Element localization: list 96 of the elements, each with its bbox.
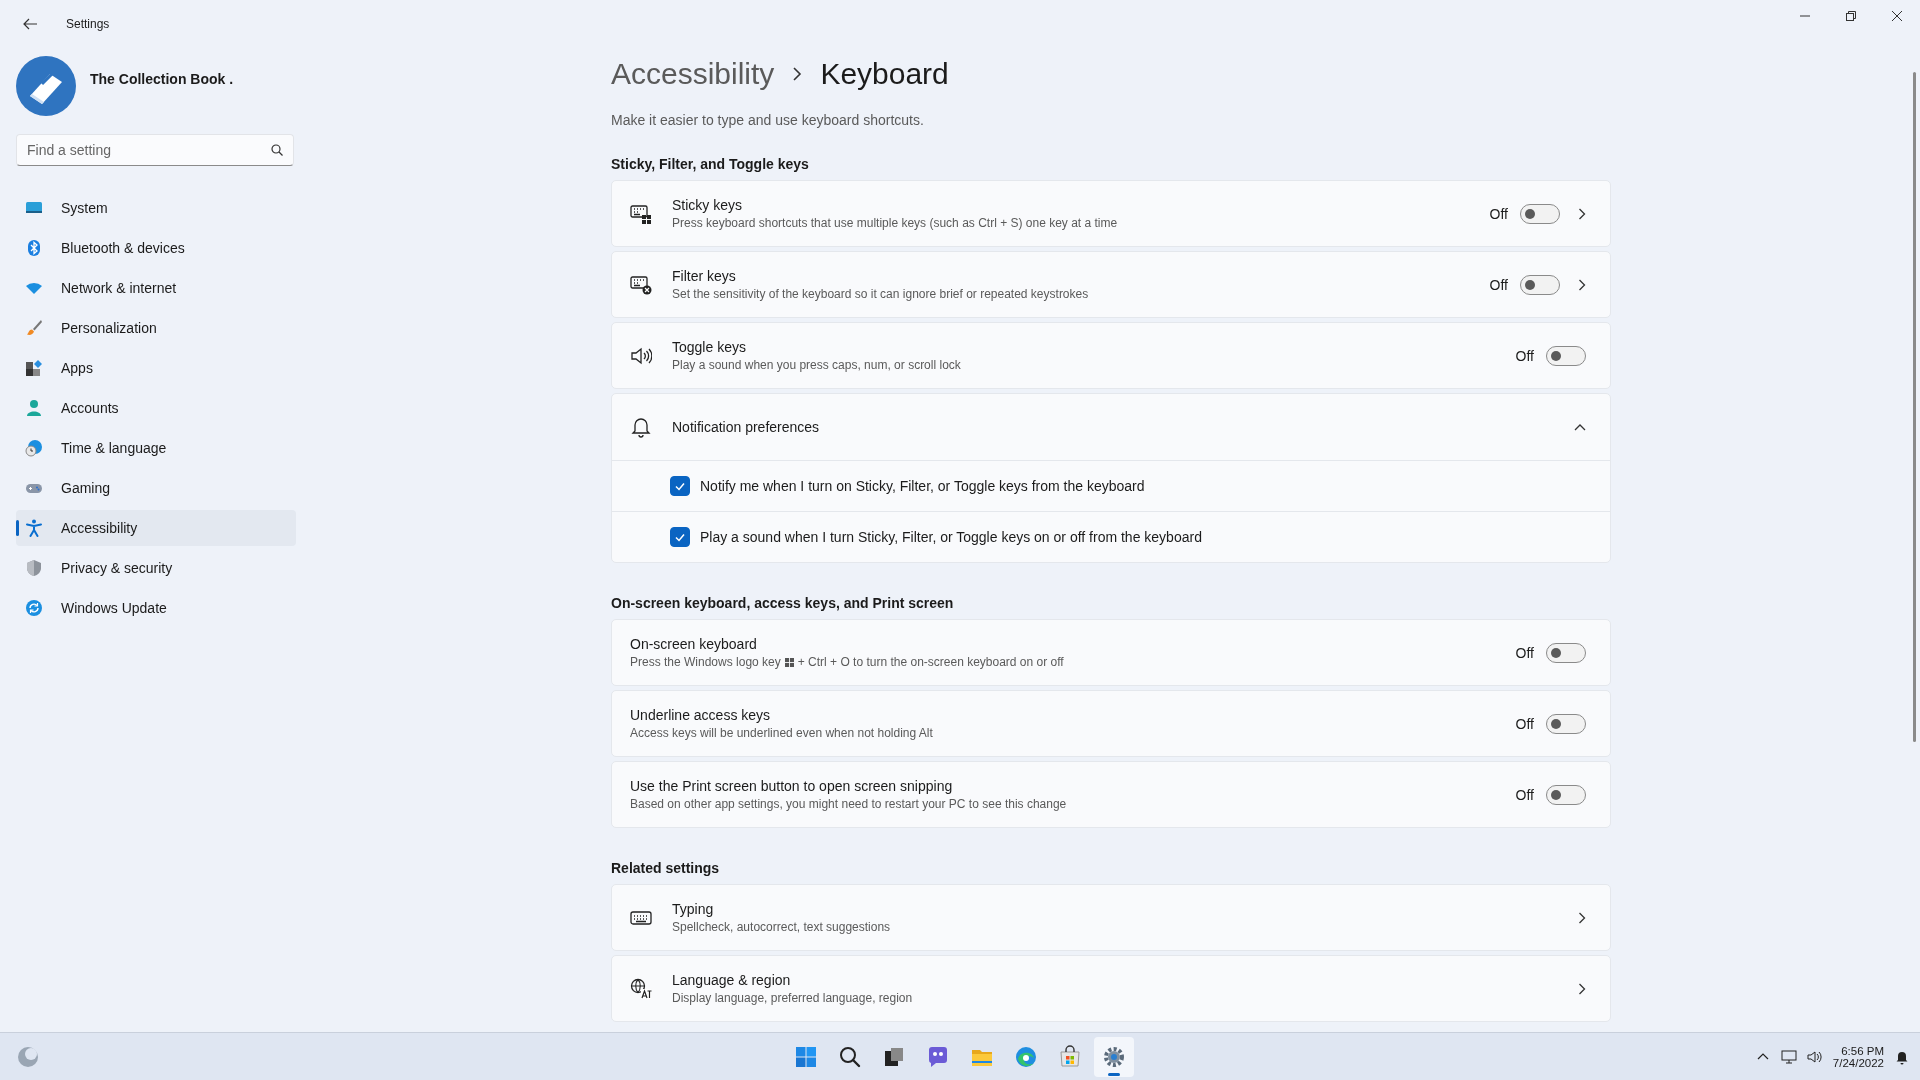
accessibility-icon bbox=[25, 519, 43, 537]
browser-icon bbox=[1014, 1044, 1038, 1069]
bell-icon bbox=[630, 416, 652, 438]
setting-title: Use the Print screen button to open screen snipping bbox=[630, 778, 954, 794]
toggle-state-label: Off bbox=[1489, 205, 1508, 222]
setting-title: Filter keys bbox=[672, 268, 737, 284]
setting-title: Underline access keys bbox=[630, 707, 772, 723]
page-description: Make it easier to type and use keyboard shortcuts. bbox=[611, 112, 925, 128]
sidebar-item[interactable]: Gaming bbox=[16, 470, 296, 506]
setting-card[interactable]: Toggle keys Play a sound when you press caps, num, or scroll lock Off bbox=[611, 322, 1611, 389]
search-icon bbox=[271, 144, 283, 156]
store-bag-icon bbox=[1058, 1044, 1082, 1069]
keyboard-keys-icon bbox=[630, 202, 652, 225]
page-title: Keyboard bbox=[820, 57, 949, 91]
setting-card[interactable]: Filter keys Set the sensitivity of the keyboard so it can ignore brief or repeated keystrokes Off bbox=[611, 251, 1611, 318]
checkmark-icon bbox=[674, 531, 686, 543]
setting-title: Sticky keys bbox=[672, 197, 743, 213]
search-field[interactable]: Find a setting bbox=[16, 134, 294, 166]
setting-card[interactable]: Use the Print screen button to open screen snipping Based on other app settings, you might need to restart your PC to see this change Off bbox=[611, 761, 1611, 828]
globe-letters-icon bbox=[630, 977, 652, 1000]
toggle-state-label: Off bbox=[1515, 786, 1534, 803]
checkbox-label: Play a sound when I turn Sticky, Filter, or Toggle keys on or off from the keyboard bbox=[700, 529, 1202, 545]
chat-bubble-icon bbox=[926, 1044, 950, 1069]
section-heading: Sticky, Filter, and Toggle keys bbox=[611, 156, 810, 172]
keyboard-filter-icon bbox=[630, 273, 652, 296]
section-heading: On-screen keyboard, access keys, and Print screen bbox=[611, 595, 955, 611]
toggle-switch[interactable] bbox=[1546, 784, 1586, 805]
sidebar-item[interactable]: Accounts bbox=[16, 390, 296, 426]
setting-link-card[interactable]: Language & region Display language, preferred language, region bbox=[611, 955, 1611, 1022]
setting-description: Set the sensitivity of the keyboard so it can ignore brief or repeated keystrokes bbox=[672, 287, 1089, 301]
speaker-icon[interactable] bbox=[1806, 1049, 1823, 1065]
setting-description: Based on other app settings, you might need to restart your PC to see this change bbox=[630, 797, 1067, 811]
update-icon bbox=[25, 599, 43, 617]
window-title: Settings bbox=[66, 17, 110, 31]
toggle-switch[interactable] bbox=[1546, 713, 1586, 734]
globe-clock-icon bbox=[25, 439, 43, 457]
scrollbar[interactable] bbox=[1913, 72, 1916, 742]
toggle-state-label: Off bbox=[1515, 347, 1534, 364]
sidebar-item[interactable]: Windows Update bbox=[16, 590, 296, 626]
setting-description: + Ctrl + O to turn the on-screen keyboard on or off bbox=[797, 655, 1064, 669]
gear-icon bbox=[1102, 1044, 1126, 1069]
setting-title: Language & region bbox=[672, 972, 792, 988]
sidebar-item[interactable]: Personalization bbox=[16, 310, 296, 346]
toggle-switch[interactable] bbox=[1546, 345, 1586, 366]
toggle-state-label: Off bbox=[1489, 276, 1508, 293]
setting-description: Play a sound when you press caps, num, or scroll lock bbox=[672, 358, 961, 372]
chevron-right-icon bbox=[1578, 911, 1586, 924]
chevron-up-icon[interactable] bbox=[1574, 423, 1586, 431]
toggle-state-label: Off bbox=[1515, 644, 1534, 661]
toggle-switch[interactable] bbox=[1520, 274, 1560, 295]
sidebar-item[interactable]: Time & language bbox=[16, 430, 296, 466]
clock-date[interactable]: 7/24/2022 bbox=[1832, 1057, 1884, 1069]
breadcrumb-chevron-icon bbox=[792, 67, 803, 81]
checkmark-icon bbox=[674, 480, 686, 492]
setting-card[interactable]: Sticky keys Press keyboard shortcuts that use multiple keys (such as Ctrl + S) one key at a time Off bbox=[611, 180, 1611, 247]
chevron-right-icon bbox=[1578, 982, 1586, 995]
bell-icon[interactable] bbox=[1894, 1049, 1910, 1065]
bluetooth-icon bbox=[25, 239, 43, 257]
toggle-switch[interactable] bbox=[1546, 642, 1586, 663]
setting-description: Access keys will be underlined even when not holding Alt bbox=[630, 726, 933, 740]
checkbox[interactable] bbox=[670, 476, 690, 496]
restore-icon bbox=[1846, 11, 1856, 21]
sidebar-item[interactable]: Accessibility bbox=[16, 510, 296, 546]
paintbrush-icon bbox=[25, 319, 43, 337]
setting-title: Typing bbox=[672, 901, 715, 917]
setting-description: Display language, preferred language, region bbox=[672, 991, 913, 1005]
setting-link-card[interactable]: Typing Spellcheck, autocorrect, text suggestions bbox=[611, 884, 1611, 951]
setting-card[interactable]: Underline access keys Access keys will be underlined even when not holding Alt Off bbox=[611, 690, 1611, 757]
sidebar-item[interactable]: Network & internet bbox=[16, 270, 296, 306]
close-icon bbox=[1892, 11, 1902, 21]
apps-icon bbox=[25, 359, 43, 377]
sidebar-item[interactable]: Bluetooth & devices bbox=[16, 230, 296, 266]
checkbox-label: Notify me when I turn on Sticky, Filter, or Toggle keys from the keyboard bbox=[700, 478, 1145, 494]
setting-description: Spellcheck, autocorrect, text suggestions bbox=[672, 920, 891, 934]
sidebar-item[interactable]: System bbox=[16, 190, 296, 226]
setting-card[interactable]: On-screen keyboard Press the Windows logo key + Ctrl + O to turn the on-screen keyboard on or off Off bbox=[611, 619, 1611, 686]
toggle-switch[interactable] bbox=[1520, 203, 1560, 224]
sidebar-item[interactable]: Apps bbox=[16, 350, 296, 386]
account-name: The Collection Book . bbox=[90, 71, 234, 87]
setting-title: Toggle keys bbox=[672, 339, 747, 355]
clock-time[interactable]: 6:56 PM bbox=[1841, 1045, 1884, 1057]
windows-logo-icon bbox=[794, 1044, 818, 1069]
sidebar-item[interactable]: Privacy & security bbox=[16, 550, 296, 586]
setting-description: Press keyboard shortcuts that use multiple keys (such as Ctrl + S) one key at a time bbox=[672, 216, 1118, 230]
shield-icon bbox=[25, 559, 43, 577]
breadcrumb-parent[interactable]: Accessibility bbox=[611, 57, 775, 91]
setting-title: Notification preferences bbox=[672, 419, 821, 435]
person-icon bbox=[25, 399, 43, 417]
windows-logo-icon bbox=[784, 657, 794, 667]
toggle-state-label: Off bbox=[1515, 715, 1534, 732]
setting-title: On-screen keyboard bbox=[630, 636, 758, 652]
section-heading: Related settings bbox=[611, 860, 721, 876]
checkbox[interactable] bbox=[670, 527, 690, 547]
search-icon bbox=[838, 1044, 862, 1069]
setting-description: Press the Windows logo key bbox=[630, 655, 781, 669]
monitor-icon[interactable] bbox=[1780, 1049, 1797, 1065]
